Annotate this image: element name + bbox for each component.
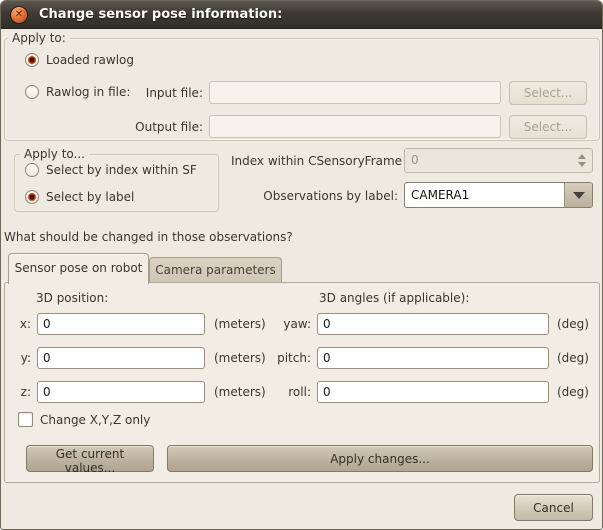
pitch-field[interactable] [317,347,549,369]
question-label: What should be changed in those observat… [4,230,293,245]
combobox-value: CAMERA1 [411,188,469,202]
combobox-dropdown-button[interactable] [564,183,592,207]
y-unit: (meters) [214,351,266,366]
select-by-index-label[interactable]: Select by index within SF [46,163,197,178]
input-file-select-button: Select... [509,81,587,105]
yaw-label: yaw: [261,317,311,332]
selection-group-legend: Apply to... [20,147,89,161]
observations-by-label-label: Observations by label: [231,189,398,204]
apply-changes-button[interactable]: Apply changes... [167,445,593,472]
close-button[interactable]: ✕ [10,6,28,24]
close-icon: ✕ [15,9,23,20]
spin-down-icon [578,162,586,167]
observations-combobox[interactable]: CAMERA1 [404,182,593,208]
apply-to-group-legend: Apply to: [8,31,70,45]
select-by-label-label[interactable]: Select by label [46,190,134,205]
loaded-rawlog-label[interactable]: Loaded rawlog [46,53,134,68]
yaw-unit: (deg) [557,317,589,332]
tab-camera-parameters[interactable]: Camera parameters [149,257,282,282]
tab-sensor-pose[interactable]: Sensor pose on robot [8,253,149,284]
index-within-sf-label: Index within CSensoryFrame [231,154,398,169]
window-title: Change sensor pose information: [39,1,282,29]
x-unit: (meters) [214,317,266,332]
roll-label: roll: [261,385,311,400]
loaded-rawlog-radio[interactable] [25,53,39,67]
roll-unit: (deg) [557,385,589,400]
titlebar: ✕ Change sensor pose information: [1,1,602,29]
output-file-label: Output file: [119,120,203,135]
x-label: x: [11,317,31,332]
cancel-button[interactable]: Cancel [514,494,593,521]
spin-up-icon [578,154,586,159]
change-sensor-pose-dialog: ✕ Change sensor pose information: Apply … [0,0,603,530]
z-field[interactable] [37,381,205,403]
select-by-index-radio[interactable] [25,163,39,177]
roll-field[interactable] [317,381,549,403]
angles-title: 3D angles (if applicable): [319,291,469,306]
yaw-field[interactable] [317,313,549,335]
change-xyz-checkbox[interactable] [18,412,33,427]
pitch-unit: (deg) [557,351,589,366]
dropdown-arrow-icon [573,192,585,199]
output-file-select-button: Select... [509,115,587,139]
x-field[interactable] [37,313,205,335]
z-label: z: [11,385,31,400]
input-file-label: Input file: [119,86,203,101]
z-unit: (meters) [214,385,266,400]
y-field[interactable] [37,347,205,369]
spinner-value: 0 [411,153,419,167]
input-file-field [209,81,501,104]
pitch-label: pitch: [261,351,311,366]
output-file-field [209,115,501,138]
change-xyz-label[interactable]: Change X,Y,Z only [40,413,150,428]
rawlog-in-file-radio[interactable] [25,85,39,99]
position-title: 3D position: [36,291,108,306]
y-label: y: [11,351,31,366]
rawlog-in-file-label[interactable]: Rawlog in file: [46,85,130,100]
get-current-values-button[interactable]: Get current values... [26,445,154,472]
index-within-sf-spinner: 0 [404,148,593,173]
select-by-label-radio[interactable] [25,190,39,204]
